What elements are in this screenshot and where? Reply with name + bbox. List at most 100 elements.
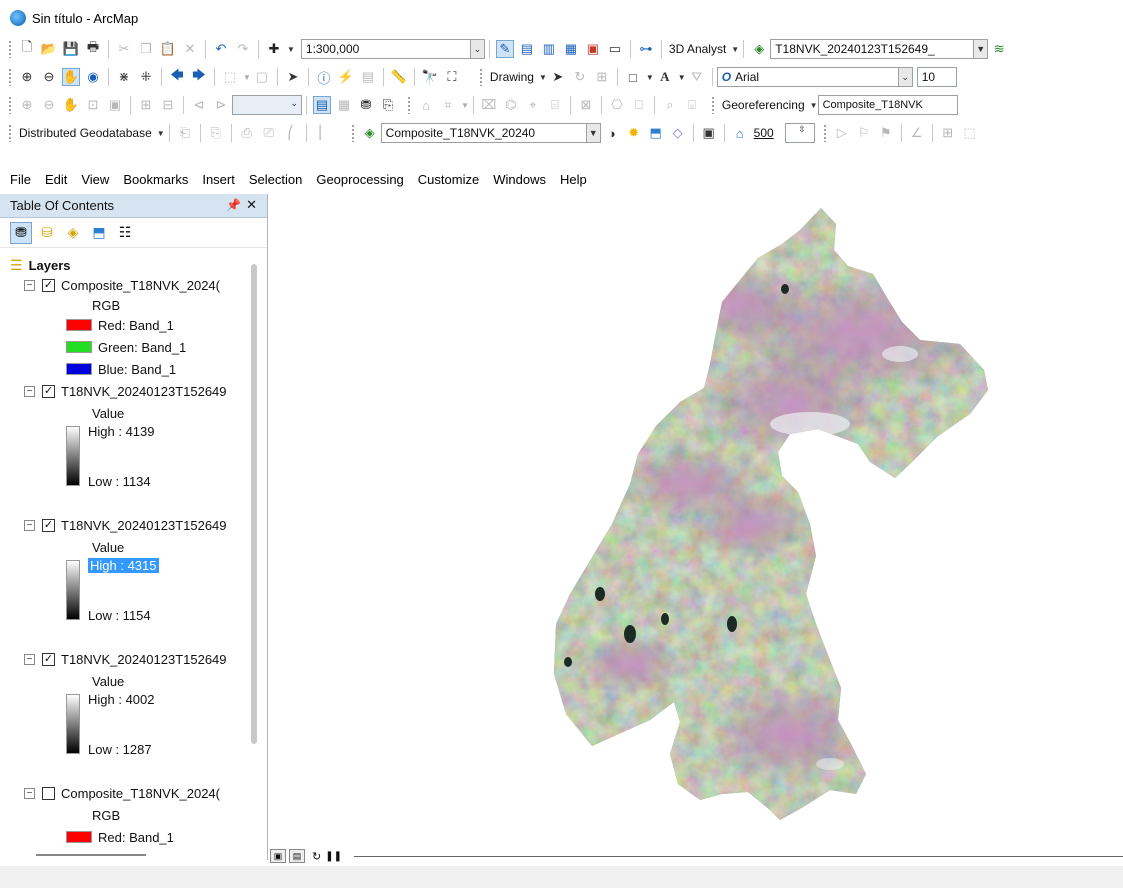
copy-icon[interactable]: ❐ <box>137 40 155 58</box>
collapse-toggle[interactable]: − <box>24 519 35 531</box>
chevron-down-icon[interactable]: ▼ <box>157 129 165 138</box>
editor-toolbar-icon[interactable]: ✎ <box>495 40 514 58</box>
data-driven-pages-icon[interactable]: ⎘ <box>379 96 397 114</box>
editing-windows-icon[interactable]: ⌻ <box>683 96 701 114</box>
paste-icon[interactable]: 📋 <box>159 40 177 58</box>
layer-visibility-checkbox[interactable]: ✓ <box>42 384 55 398</box>
zoom-value-text[interactable]: 500 <box>754 126 774 140</box>
layout-back-icon[interactable]: ⊲ <box>190 96 208 114</box>
toolbar-grip[interactable] <box>8 68 12 86</box>
georeferencing-menu[interactable]: Georeferencing <box>722 98 805 112</box>
layers-data-frame[interactable]: ☰ Layers <box>10 256 70 274</box>
forward-arrow-icon[interactable]: 🡆 <box>190 67 208 86</box>
toolbar-grip[interactable] <box>350 124 355 142</box>
transparency-icon[interactable]: ⬒ <box>647 124 665 142</box>
toolbar-grip[interactable] <box>8 96 12 114</box>
3d-analyst-menu[interactable]: 3D Analyst <box>669 42 726 56</box>
drawing-menu[interactable]: Drawing <box>490 70 534 84</box>
open-folder-icon[interactable]: 📂 <box>40 40 58 58</box>
zoom-in-icon[interactable]: ⊕ <box>18 68 36 86</box>
editing-options-icon[interactable]: ⌕ <box>661 96 679 114</box>
legend-high-value-selected[interactable]: High : 4315 <box>88 556 159 574</box>
search-window-icon[interactable]: ▦ <box>562 40 580 58</box>
close-icon[interactable]: ✕ <box>246 197 257 213</box>
select-elements-icon[interactable]: ➤ <box>284 68 302 86</box>
collapse-toggle[interactable]: − <box>24 653 35 665</box>
chevron-down-icon[interactable]: ▼ <box>973 40 988 58</box>
brightness-icon[interactable]: ✹ <box>625 124 643 142</box>
menu-insert[interactable]: Insert <box>202 172 235 187</box>
find-binoculars-icon[interactable]: 🔭 <box>421 68 439 86</box>
toolbar-grip[interactable] <box>8 124 12 142</box>
text-icon[interactable]: A <box>656 68 674 86</box>
clear-selection-icon[interactable]: ▢ <box>253 68 271 86</box>
sketch-tool-icon[interactable]: ⌧ <box>480 96 498 114</box>
measure-icon[interactable]: 📏 <box>390 68 408 86</box>
layer-row-t18nvk-3[interactable]: − ✓ T18NVK_20240123T152649 <box>24 650 227 668</box>
hyperlink-icon[interactable]: ⚡ <box>337 68 355 86</box>
synchronize-icon[interactable]: ⎙ <box>238 124 256 142</box>
distributed-geodatabase-menu[interactable]: Distributed Geodatabase <box>19 126 152 140</box>
html-popup-icon[interactable]: ▤ <box>359 68 377 86</box>
layout-zoom-100-icon[interactable]: ▣ <box>106 96 124 114</box>
layout-zoom-out-icon[interactable]: ⊖ <box>40 96 58 114</box>
toc-vertical-scrollbar[interactable] <box>251 264 257 744</box>
font-name-combo[interactable]: O Arial ⌄ <box>716 67 913 87</box>
layout-pan-icon[interactable]: ✋ <box>62 96 80 114</box>
manage-replicas-icon[interactable]: ⎜ <box>313 124 331 142</box>
play-icon[interactable]: ▷ <box>833 124 851 142</box>
layer-row-t18nvk-2[interactable]: − ✓ T18NVK_20240123T152649 <box>24 516 227 534</box>
layer-visibility-checkbox[interactable] <box>42 786 55 800</box>
fixed-zoom-out-icon[interactable]: ⁜ <box>137 68 155 86</box>
refresh-icon[interactable]: ↻ <box>312 850 321 863</box>
flag-end-icon[interactable]: ⚑ <box>877 124 895 142</box>
chevron-down-icon[interactable]: ⌄ <box>290 98 298 109</box>
collapse-toggle[interactable]: − <box>24 787 35 799</box>
dashed-box-icon[interactable]: ⬚ <box>961 124 979 142</box>
layer-row-composite-1[interactable]: − ✓ Composite_T18NVK_2024( <box>24 276 220 294</box>
layer-visibility-checkbox[interactable]: ✓ <box>42 278 55 292</box>
map-display[interactable] <box>270 194 1123 844</box>
map-horizontal-scrollbar[interactable] <box>353 855 1123 857</box>
save-icon[interactable]: 💾 <box>62 40 80 58</box>
menu-selection[interactable]: Selection <box>249 172 302 187</box>
python-window-icon[interactable]: ▭ <box>606 40 624 58</box>
chevron-down-icon[interactable]: ▼ <box>646 73 654 82</box>
toc-options-icon[interactable]: ☷ <box>114 222 136 244</box>
list-by-selection-icon[interactable]: ⬒ <box>88 222 110 244</box>
editor-icon[interactable]: ⌂ <box>417 96 435 114</box>
collapse-toggle[interactable]: − <box>24 385 35 397</box>
edit-tool-icon[interactable]: ⌗ <box>439 96 457 114</box>
arctoolbox-icon[interactable]: ▣ <box>584 40 602 58</box>
pin-icon[interactable]: 📌 <box>226 198 241 212</box>
model-builder-icon[interactable]: ⊶ <box>637 40 655 58</box>
toolbar-grip[interactable] <box>407 96 411 114</box>
select-pointer-icon[interactable]: ➤ <box>549 68 567 86</box>
menu-help[interactable]: Help <box>560 172 587 187</box>
layer-properties-icon[interactable]: ▣ <box>700 124 718 142</box>
layout-forward-icon[interactable]: ⊳ <box>212 96 230 114</box>
data-view-icon[interactable]: ▣ <box>270 849 286 863</box>
spin-buttons[interactable]: ⇳ <box>784 123 815 143</box>
chevron-down-icon[interactable]: ▼ <box>287 45 295 54</box>
menu-customize[interactable]: Customize <box>418 172 479 187</box>
line-tool-icon[interactable]: ∠ <box>908 124 926 142</box>
toolbar-grip[interactable] <box>822 124 827 142</box>
3d-analyst-layer-combo[interactable]: T18NVK_20240123T152649_ ▼ <box>770 39 989 59</box>
create-replica-icon[interactable]: ⎘ <box>207 124 225 142</box>
rectangle-icon[interactable]: □ <box>624 68 642 86</box>
full-extent-globe-icon[interactable]: ◉ <box>84 68 102 86</box>
contour-icon[interactable]: ≋ <box>990 40 1008 58</box>
layer-row-t18nvk-1[interactable]: − ✓ T18NVK_20240123T152649 <box>24 382 227 400</box>
chevron-down-icon[interactable]: ⇳ <box>798 124 806 135</box>
chevron-down-icon[interactable]: ⌄ <box>897 68 912 86</box>
layout-zoom-percent-combo[interactable]: ⌄ <box>232 95 302 115</box>
collapse-toggle[interactable]: − <box>24 279 35 291</box>
layer-visibility-checkbox[interactable]: ✓ <box>42 652 55 666</box>
layout-zoom-in-icon[interactable]: ⊕ <box>18 96 36 114</box>
menu-windows[interactable]: Windows <box>493 172 546 187</box>
export-changes-icon[interactable]: ⎚ <box>260 124 278 142</box>
add-data-icon[interactable]: ✚ <box>265 40 283 58</box>
menu-edit[interactable]: Edit <box>45 172 67 187</box>
new-document-icon[interactable]: 🗋 <box>18 39 36 58</box>
